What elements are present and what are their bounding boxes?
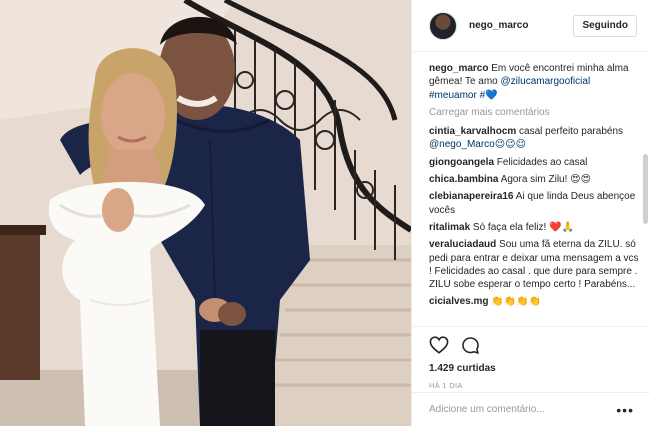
comment-username[interactable]: veraluciadaud bbox=[429, 239, 496, 250]
comment-username[interactable]: clebianapereira16 bbox=[429, 191, 514, 202]
speech-bubble-icon[interactable] bbox=[461, 336, 480, 355]
comment-mention[interactable]: @nego_Marco😉😉😉 bbox=[429, 139, 526, 150]
comment-username[interactable]: cicialves.mg bbox=[429, 296, 488, 307]
following-button[interactable]: Seguindo bbox=[573, 14, 637, 37]
comment-username[interactable]: cintia_karvalhocm bbox=[429, 126, 516, 137]
comment-text: Só faça ela feliz! ❤️🙏 bbox=[470, 221, 574, 233]
comment-username[interactable]: chica.bambina bbox=[429, 174, 498, 185]
comment-item: veraluciadaud Sou uma fã eterna da ZILU.… bbox=[429, 238, 639, 291]
comments-scrollbar[interactable] bbox=[643, 62, 648, 324]
heart-icon[interactable] bbox=[429, 336, 449, 354]
caption-mention[interactable]: @zilucamargooficial bbox=[501, 76, 591, 87]
comment-item: giongoangela Felicidades ao casal bbox=[429, 156, 639, 169]
post-side-panel: nego_marco Seguindo nego_marco Em você e… bbox=[411, 0, 650, 426]
post-photo[interactable] bbox=[0, 0, 411, 426]
comment-text: casal perfeito parabéns bbox=[516, 126, 623, 138]
comment-item: cintia_karvalhocm casal perfeito parabén… bbox=[429, 125, 639, 152]
comment-text: Felicidades ao casal bbox=[494, 156, 588, 168]
post-timestamp: HÁ 1 DIA bbox=[429, 381, 463, 390]
caption-username[interactable]: nego_marco bbox=[429, 63, 488, 74]
caption: nego_marco Em você encontrei minha alma … bbox=[429, 62, 639, 102]
post-actions: 1.429 curtidas HÁ 1 DIA bbox=[412, 326, 650, 392]
add-comment-bar: ••• bbox=[412, 392, 650, 426]
scrollbar-thumb[interactable] bbox=[643, 154, 648, 224]
comments-list: nego_marco Em você encontrei minha alma … bbox=[429, 62, 639, 324]
comment-item: cicialves.mg 👏👏👏👏 bbox=[429, 295, 639, 308]
caption-hashtags[interactable]: #meuamor #💙 bbox=[429, 90, 498, 101]
post-header: nego_marco Seguindo bbox=[412, 0, 650, 52]
likes-count[interactable]: 1.429 curtidas bbox=[429, 363, 634, 374]
comment-input[interactable] bbox=[429, 404, 617, 415]
comment-text: Agora sim Zilu! 😍😍 bbox=[498, 174, 592, 186]
comment-username[interactable]: giongoangela bbox=[429, 157, 494, 168]
more-options-icon[interactable]: ••• bbox=[616, 403, 634, 417]
instagram-post: nego_marco Seguindo nego_marco Em você e… bbox=[0, 0, 650, 426]
comment-text: 👏👏👏👏 bbox=[488, 296, 542, 308]
comment-username[interactable]: ritalimak bbox=[429, 222, 470, 233]
comment-item: ritalimak Só faça ela feliz! ❤️🙏 bbox=[429, 221, 639, 234]
comment-item: chica.bambina Agora sim Zilu! 😍😍 bbox=[429, 173, 639, 186]
avatar[interactable] bbox=[429, 11, 457, 40]
action-icons bbox=[429, 333, 634, 357]
load-more-comments-link[interactable]: Carregar mais comentários bbox=[429, 106, 639, 119]
comment-item: clebianapereira16 Ai que linda Deus aben… bbox=[429, 190, 639, 217]
photo-illustration bbox=[0, 0, 411, 426]
post-author-username[interactable]: nego_marco bbox=[469, 20, 573, 31]
